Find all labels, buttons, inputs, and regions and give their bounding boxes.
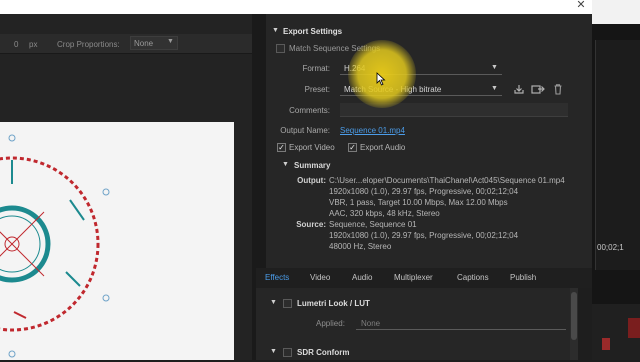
summary-source-key: Source: — [296, 220, 326, 229]
applied-select[interactable] — [356, 316, 566, 330]
summary-source-line: 1920x1080 (1.0), 29.97 fps, Progressive,… — [329, 231, 519, 240]
teal-tick-low — [65, 271, 81, 287]
handle-dot-lower — [102, 294, 110, 302]
export-audio-label: Export Audio — [360, 143, 406, 152]
handle-dot-right — [102, 188, 110, 196]
preview-canvas — [0, 122, 234, 360]
output-name-link[interactable]: Sequence 01.mp4 — [340, 126, 405, 135]
chevron-down-icon: ▼ — [491, 85, 498, 92]
red-tick-bottom — [13, 311, 27, 319]
summary-output-line: VBR, 1 pass, Target 10.00 Mbps, Max 12.0… — [329, 198, 508, 207]
crop-unit: px — [29, 40, 38, 49]
sdr-conform-label: SDR Conform — [297, 348, 350, 357]
tab-video[interactable]: Video — [310, 273, 330, 282]
tab-multiplexer[interactable]: Multiplexer — [394, 273, 433, 282]
trash-icon[interactable] — [552, 83, 564, 95]
preset-label: Preset: — [304, 85, 330, 94]
summary-output-line: C:\User...eloper\Documents\ThaiChanel\Ac… — [329, 176, 565, 185]
crop-proportions-value: None — [134, 39, 154, 48]
export-audio-checkbox[interactable]: ✓ — [348, 143, 357, 152]
timecode: 00;02;1 — [597, 243, 624, 252]
tab-audio[interactable]: Audio — [352, 273, 372, 282]
tab-publish[interactable]: Publish — [510, 273, 536, 282]
handle-dot-top — [8, 134, 16, 142]
collapse-arrow-icon[interactable]: ▼ — [282, 161, 289, 168]
applied-label: Applied: — [316, 319, 345, 328]
summary-output-line: AAC, 320 kbps, 48 kHz, Stereo — [329, 209, 440, 218]
applied-value: None — [361, 319, 381, 328]
comments-label: Comments: — [289, 106, 330, 115]
output-name-label: Output Name: — [280, 126, 330, 135]
timeline-clip — [602, 338, 610, 350]
crop-proportions-label: Crop Proportions: — [57, 40, 120, 49]
import-preset-icon[interactable] — [531, 83, 545, 95]
summary-header[interactable]: Summary — [294, 161, 330, 170]
background-window — [592, 0, 640, 24]
summary-source-line: 48000 Hz, Stereo — [329, 242, 392, 251]
collapse-arrow-icon[interactable]: ▼ — [270, 348, 277, 355]
tab-captions[interactable]: Captions — [457, 273, 489, 282]
mouse-pointer-icon — [376, 72, 386, 86]
summary-output-key: Output: — [297, 176, 326, 185]
export-video-label: Export Video — [289, 143, 335, 152]
summary-source-line: Sequence, Sequence 01 — [329, 220, 417, 229]
save-preset-icon[interactable] — [513, 83, 525, 95]
window-title-bar — [0, 0, 592, 14]
summary-output-line: 1920x1080 (1.0), 29.97 fps, Progressive,… — [329, 187, 519, 196]
chevron-down-icon: ▼ — [167, 38, 174, 45]
collapse-arrow-icon[interactable]: ▼ — [270, 299, 277, 306]
crop-value[interactable]: 0 — [14, 40, 18, 49]
chevron-down-icon: ▼ — [491, 64, 498, 71]
export-video-checkbox[interactable]: ✓ — [277, 143, 286, 152]
format-label: Format: — [302, 64, 330, 73]
collapse-arrow-icon[interactable]: ▼ — [272, 27, 279, 34]
match-sequence-checkbox[interactable] — [276, 44, 285, 53]
handle-dot-bottom — [8, 350, 16, 358]
crop-toolbar — [0, 34, 252, 54]
timeline-clip — [628, 318, 640, 338]
inner-ring — [0, 215, 41, 273]
export-settings-header[interactable]: Export Settings — [283, 27, 342, 36]
lumetri-checkbox[interactable] — [283, 299, 292, 308]
sdr-conform-checkbox[interactable] — [283, 348, 292, 357]
close-icon[interactable]: ✕ — [574, 0, 588, 11]
teal-tick-right — [69, 199, 85, 221]
lumetri-label: Lumetri Look / LUT — [297, 299, 370, 308]
background-panel — [595, 40, 640, 270]
scrollbar-thumb[interactable] — [571, 292, 577, 340]
motion-graphic — [0, 134, 110, 358]
tab-effects[interactable]: Effects — [265, 273, 289, 282]
